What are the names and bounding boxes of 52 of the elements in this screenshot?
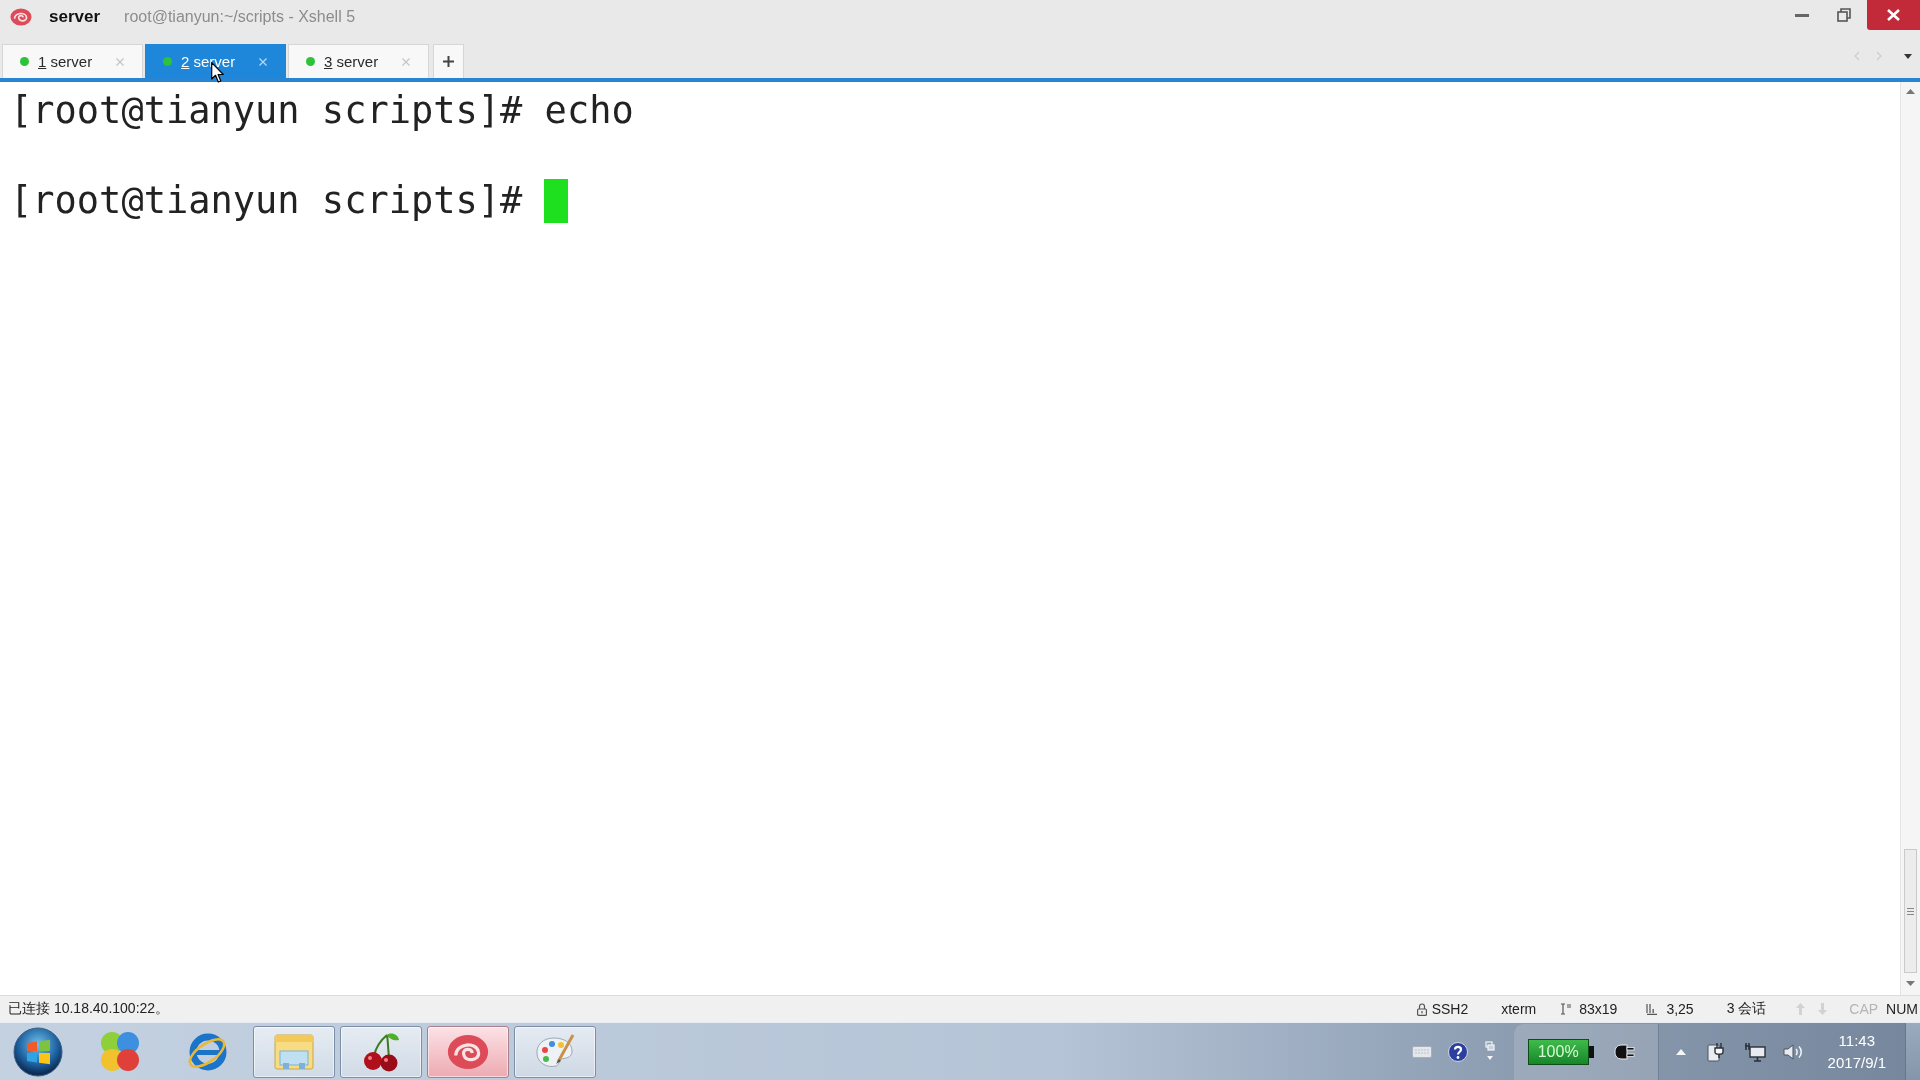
minimize-icon	[1795, 13, 1809, 17]
start-orb-icon	[13, 1026, 63, 1077]
scrollbar[interactable]	[1900, 82, 1920, 995]
grip-icon	[1907, 907, 1914, 915]
taskbar-button[interactable]	[427, 1025, 509, 1078]
scroll-up-icon[interactable]	[1906, 89, 1915, 94]
power-device-icon[interactable]	[1706, 1041, 1725, 1062]
cursor-position-label: 3,25	[1666, 1001, 1694, 1017]
network-icon[interactable]	[1743, 1041, 1766, 1062]
clock-date[interactable]: 2017/9/1	[1827, 1051, 1886, 1074]
key-indicator: NUM	[1886, 1001, 1918, 1017]
protocol-label: SSH2	[1431, 1001, 1469, 1017]
swirl-icon	[10, 8, 32, 26]
swirl-icon	[447, 1033, 489, 1070]
help-icon[interactable]	[1447, 1041, 1468, 1062]
arrow-up-icon	[1796, 1003, 1806, 1015]
cherry-icon	[361, 1031, 401, 1072]
scroll-down-icon[interactable]	[1906, 981, 1915, 986]
folder-icon	[273, 1032, 315, 1071]
resize-icon	[1560, 1003, 1573, 1015]
taskbar-button[interactable]	[340, 1025, 422, 1078]
close-button[interactable]	[1867, 0, 1920, 30]
window-title: root@tianyun:~/scripts - Xshell 5	[124, 8, 356, 26]
tab[interactable]: 2 server	[145, 44, 286, 78]
connection-status: 已连接 10.18.40.100:22。	[8, 1000, 170, 1018]
speaker-icon[interactable]	[1782, 1042, 1803, 1061]
caret-down-icon[interactable]	[1904, 53, 1912, 59]
session-count-label: 3 会话	[1726, 1000, 1767, 1018]
plug-icon[interactable]	[1613, 1044, 1636, 1060]
tab[interactable]: 3 server	[288, 44, 429, 78]
triangle-up-icon[interactable]	[1675, 1048, 1686, 1055]
key-indicator: CAP	[1849, 1001, 1879, 1017]
new-tab-button[interactable]	[433, 44, 464, 78]
close-icon	[1887, 9, 1900, 21]
terminal-type-label: xterm	[1501, 1001, 1537, 1017]
terminal-line: [root@tianyun scripts]# echo	[10, 88, 634, 133]
terminal-line: [root@tianyun scripts]#	[10, 178, 523, 223]
circles-icon	[98, 1029, 142, 1074]
scrollbar-thumb[interactable]	[1904, 849, 1917, 973]
lock-icon	[1416, 1002, 1427, 1016]
tab[interactable]: 1 server	[2, 44, 143, 78]
position-icon	[1646, 1003, 1658, 1015]
clock-time[interactable]: 11:43	[1838, 1029, 1875, 1052]
arrow-down-icon	[1818, 1003, 1828, 1015]
plus-icon	[443, 56, 454, 67]
close-icon[interactable]	[259, 57, 267, 66]
restore-icon	[1837, 8, 1851, 22]
terminal-size-label: 83x19	[1579, 1001, 1618, 1017]
show-desktop-button[interactable]	[1905, 1022, 1920, 1080]
keyboard-icon[interactable]	[1411, 1045, 1432, 1058]
app-name: server	[49, 7, 101, 27]
battery-indicator: 100%	[1527, 1039, 1594, 1065]
